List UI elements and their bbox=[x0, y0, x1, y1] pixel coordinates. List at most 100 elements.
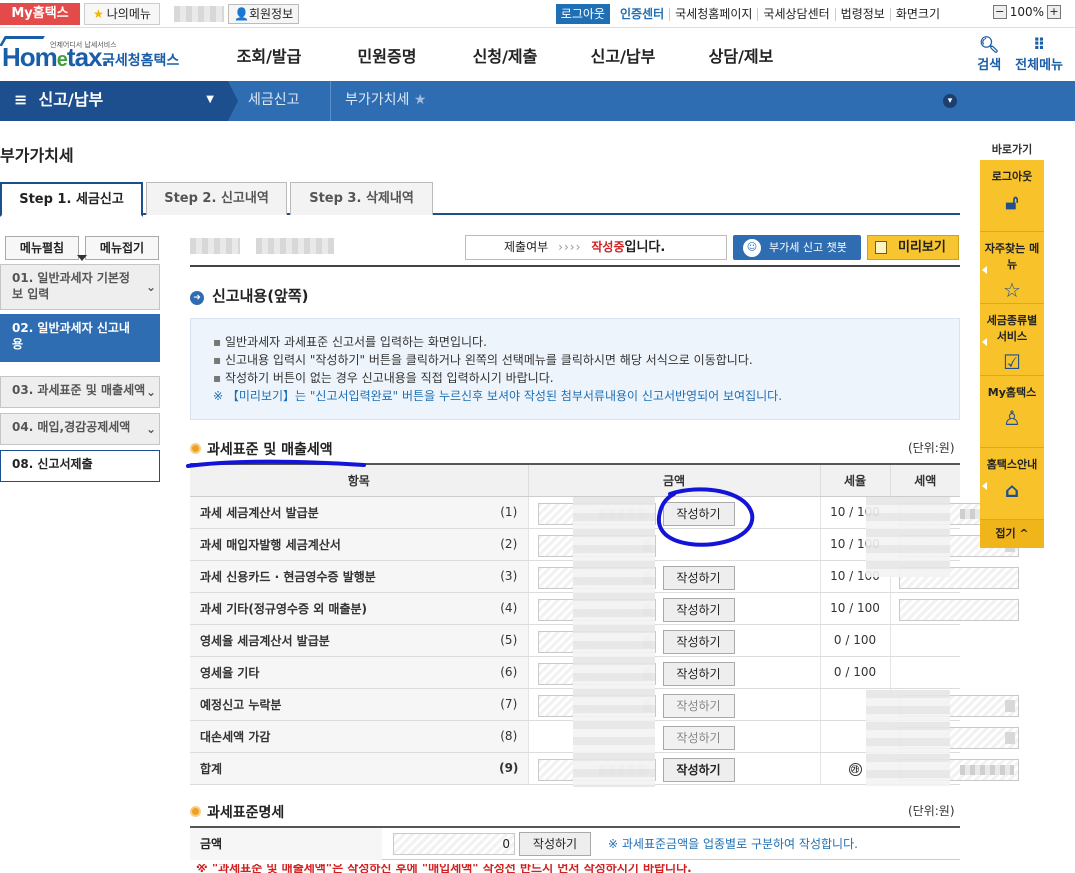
status-arrows: ›››› bbox=[558, 240, 582, 254]
taxpayer-name-blurred bbox=[190, 238, 240, 254]
row-label: 과세 신용카드 · 현금영수증 발행분 bbox=[190, 560, 490, 593]
user-name-blurred bbox=[174, 6, 224, 22]
tab-step3[interactable]: Step 3. 삭제내역 bbox=[290, 182, 433, 215]
header-icons: 🔍︎ 검색 ⠿ 전체메뉴 bbox=[977, 35, 1063, 74]
quick-favorite-menu[interactable]: 자주찾는 메뉴 ☆ bbox=[980, 232, 1044, 304]
orange-bullet-icon bbox=[190, 443, 201, 454]
law-info-link[interactable]: 법령정보 bbox=[834, 7, 890, 21]
left-menu-item-08[interactable]: 08. 신고서제출 bbox=[0, 450, 160, 482]
person-icon: ♙ bbox=[1003, 406, 1021, 430]
member-info-label: 회원정보 bbox=[248, 7, 294, 21]
quick-fold-button[interactable]: 접기 ^ bbox=[980, 520, 1044, 548]
quick-hometax-guide[interactable]: 홈택스안내 ⌂ bbox=[980, 448, 1044, 520]
breadcrumb-divider bbox=[330, 81, 331, 121]
consult-center-link[interactable]: 국세상담센터 bbox=[757, 7, 834, 21]
checkbox-icon: ☑ bbox=[1003, 350, 1021, 374]
tax-base-amount-input[interactable]: 0 bbox=[393, 833, 515, 855]
row-number: (5) bbox=[490, 624, 528, 657]
info-line-2: 신고내용 입력시 "작성하기" 버튼을 클릭하거나 왼쪽의 선택메뉴를 클릭하시… bbox=[213, 351, 959, 369]
quick-title: 바로가기 bbox=[991, 143, 1033, 156]
search-button[interactable]: 🔍︎ 검색 bbox=[977, 36, 1001, 74]
all-menu-button[interactable]: ⠿ 전체메뉴 bbox=[1015, 35, 1063, 74]
write-button[interactable]: 작성하기 bbox=[662, 565, 735, 590]
caret-down-icon: ▼ bbox=[206, 94, 214, 105]
left-arrow-icon bbox=[982, 266, 987, 275]
left-menu-item-01[interactable]: 01. 일반과세자 기본정보 입력 ⌄ bbox=[0, 264, 160, 310]
zoom-level: 100% bbox=[1009, 5, 1044, 19]
hometax-logo[interactable]: 언제어디서 납세서비스 Hometax. 국세청홈택스 bbox=[0, 36, 182, 76]
row-label: 과세 기타(정규영수증 외 매출분) bbox=[190, 592, 490, 625]
tax-input[interactable] bbox=[898, 598, 1019, 621]
menu-expand-button[interactable]: 메뉴펼침 bbox=[5, 236, 79, 260]
gnav-apply[interactable]: 신청/제출 bbox=[446, 28, 564, 81]
section-tax-base: 과세표준 및 매출세액 bbox=[190, 439, 333, 459]
cert-center-link[interactable]: 인증센터 bbox=[615, 7, 669, 21]
left-menu-item-03[interactable]: 03. 과세표준 및 매출세액 ⌄ bbox=[0, 376, 160, 408]
quick-logout[interactable]: 로그아웃 🔓︎ bbox=[980, 160, 1044, 232]
favorite-star-icon[interactable]: ★ bbox=[414, 92, 427, 108]
taxpayer-id-blurred bbox=[256, 238, 334, 254]
write-button[interactable]: 작성하기 bbox=[662, 597, 735, 622]
write-button[interactable]: 작성하기 bbox=[662, 757, 735, 782]
zoom-in-button[interactable]: + bbox=[1047, 5, 1061, 19]
left-menu-item-02[interactable]: 02. 일반과세자 신고내용 bbox=[0, 314, 160, 362]
step-tabs: Step 1. 세금신고 Step 2. 신고내역 Step 3. 삭제내역 bbox=[0, 182, 960, 217]
category-dropdown[interactable]: ≡ 신고/납부 ▼ bbox=[0, 81, 228, 121]
grid-icon: ⠿ bbox=[1032, 35, 1046, 54]
gnav-inquiry[interactable]: 조회/발급 bbox=[210, 28, 328, 81]
tax-rate: 0 / 100 bbox=[819, 624, 890, 657]
tab-step1[interactable]: Step 1. 세금신고 bbox=[0, 182, 143, 217]
circled-ga-symbol: ㉮ bbox=[848, 762, 862, 776]
write-button-disabled: 작성하기 bbox=[662, 725, 735, 750]
utility-links: 로그아웃 인증센터 국세청홈페이지 국세상담센터 법령정보 화면크기 bbox=[555, 4, 945, 24]
tax-rate: 0 / 100 bbox=[819, 656, 890, 689]
gnav-report-pay[interactable]: 신고/납부 bbox=[564, 28, 682, 81]
my-menu-button[interactable]: ★ 나의메뉴 bbox=[84, 3, 160, 25]
row-number: (2) bbox=[490, 528, 528, 561]
tab-step2[interactable]: Step 2. 신고내역 bbox=[146, 182, 287, 215]
row-label: 예정신고 누락분 bbox=[190, 688, 490, 721]
utility-bar: My홈택스 ★ 나의메뉴 👤회원정보 로그아웃 인증센터 국세청홈페이지 국세상담… bbox=[0, 0, 1075, 28]
preview-button[interactable]: 미리보기 bbox=[867, 235, 959, 260]
write-button[interactable]: 작성하기 bbox=[662, 629, 735, 654]
gnav-consult[interactable]: 상담/제보 bbox=[682, 28, 800, 81]
chevron-down-icon: ⌄ bbox=[145, 280, 156, 294]
chevron-down-icon: ⌄ bbox=[145, 385, 156, 399]
section-tax-base-detail: 과세표준명세 bbox=[190, 802, 284, 822]
tax-base-write-button[interactable]: 작성하기 bbox=[519, 832, 591, 856]
member-info-button[interactable]: 👤회원정보 bbox=[228, 4, 300, 24]
tax-base-note: ※ 과세표준금액을 업종별로 구분하여 작성합니다. bbox=[608, 837, 858, 851]
left-arrow-icon bbox=[982, 338, 987, 347]
amount-blurred-area bbox=[573, 497, 655, 787]
breadcrumb-vat[interactable]: 부가가치세 ★ bbox=[345, 81, 426, 121]
star-outline-icon: ☆ bbox=[1003, 278, 1021, 302]
write-button-disabled: 작성하기 bbox=[662, 693, 735, 718]
quick-my-hometax[interactable]: My홈택스 ♙ bbox=[980, 376, 1044, 448]
row-number: (4) bbox=[490, 592, 528, 625]
unit-label: (단위:원) bbox=[908, 804, 955, 818]
row-number: (9) bbox=[490, 752, 528, 785]
status-suffix: 입니다. bbox=[624, 240, 666, 255]
tax-blurred-area bbox=[866, 497, 950, 577]
left-menu-item-04[interactable]: 04. 매입,경감공제세액 ⌄ bbox=[0, 413, 160, 445]
nts-homepage-link[interactable]: 국세청홈페이지 bbox=[669, 7, 757, 21]
row-label: 합계 bbox=[190, 752, 490, 785]
chevron-down-icon: ⌄ bbox=[145, 422, 156, 436]
screen-size-label: 화면크기 bbox=[889, 7, 945, 21]
vat-chatbot-button[interactable]: ☺ 부가세 신고 챗봇 bbox=[733, 235, 861, 260]
logout-button[interactable]: 로그아웃 bbox=[555, 4, 610, 24]
my-hometax-button[interactable]: My홈택스 bbox=[0, 3, 80, 25]
expand-circle-icon[interactable]: ▾ bbox=[943, 94, 957, 108]
breadcrumb-bar: ≡ 신고/납부 ▼ 세금신고 부가가치세 ★ ▾ bbox=[0, 81, 1075, 121]
write-button[interactable]: 작성하기 bbox=[662, 661, 735, 686]
zoom-out-button[interactable]: − bbox=[992, 5, 1007, 19]
site-header: 언제어디서 납세서비스 Hometax. 국세청홈택스 조회/발급 민원증명 신… bbox=[0, 28, 1075, 81]
status-state: 작성중 bbox=[591, 240, 625, 254]
breadcrumb-tax-report[interactable]: 세금신고 bbox=[248, 81, 300, 121]
gnav-certificate[interactable]: 민원증명 bbox=[328, 28, 446, 81]
menu-collapse-button[interactable]: 메뉴접기 bbox=[85, 236, 159, 260]
annotation-underline bbox=[186, 459, 366, 468]
quick-tax-service[interactable]: 세금종류별 서비스 ☑ bbox=[980, 304, 1044, 376]
warning-text: ※ "과세표준 및 매출세액"은 작성하신 후에 "매입세액" 작성전 반드시 … bbox=[196, 864, 692, 873]
page-title: 부가가치세 bbox=[0, 146, 74, 165]
